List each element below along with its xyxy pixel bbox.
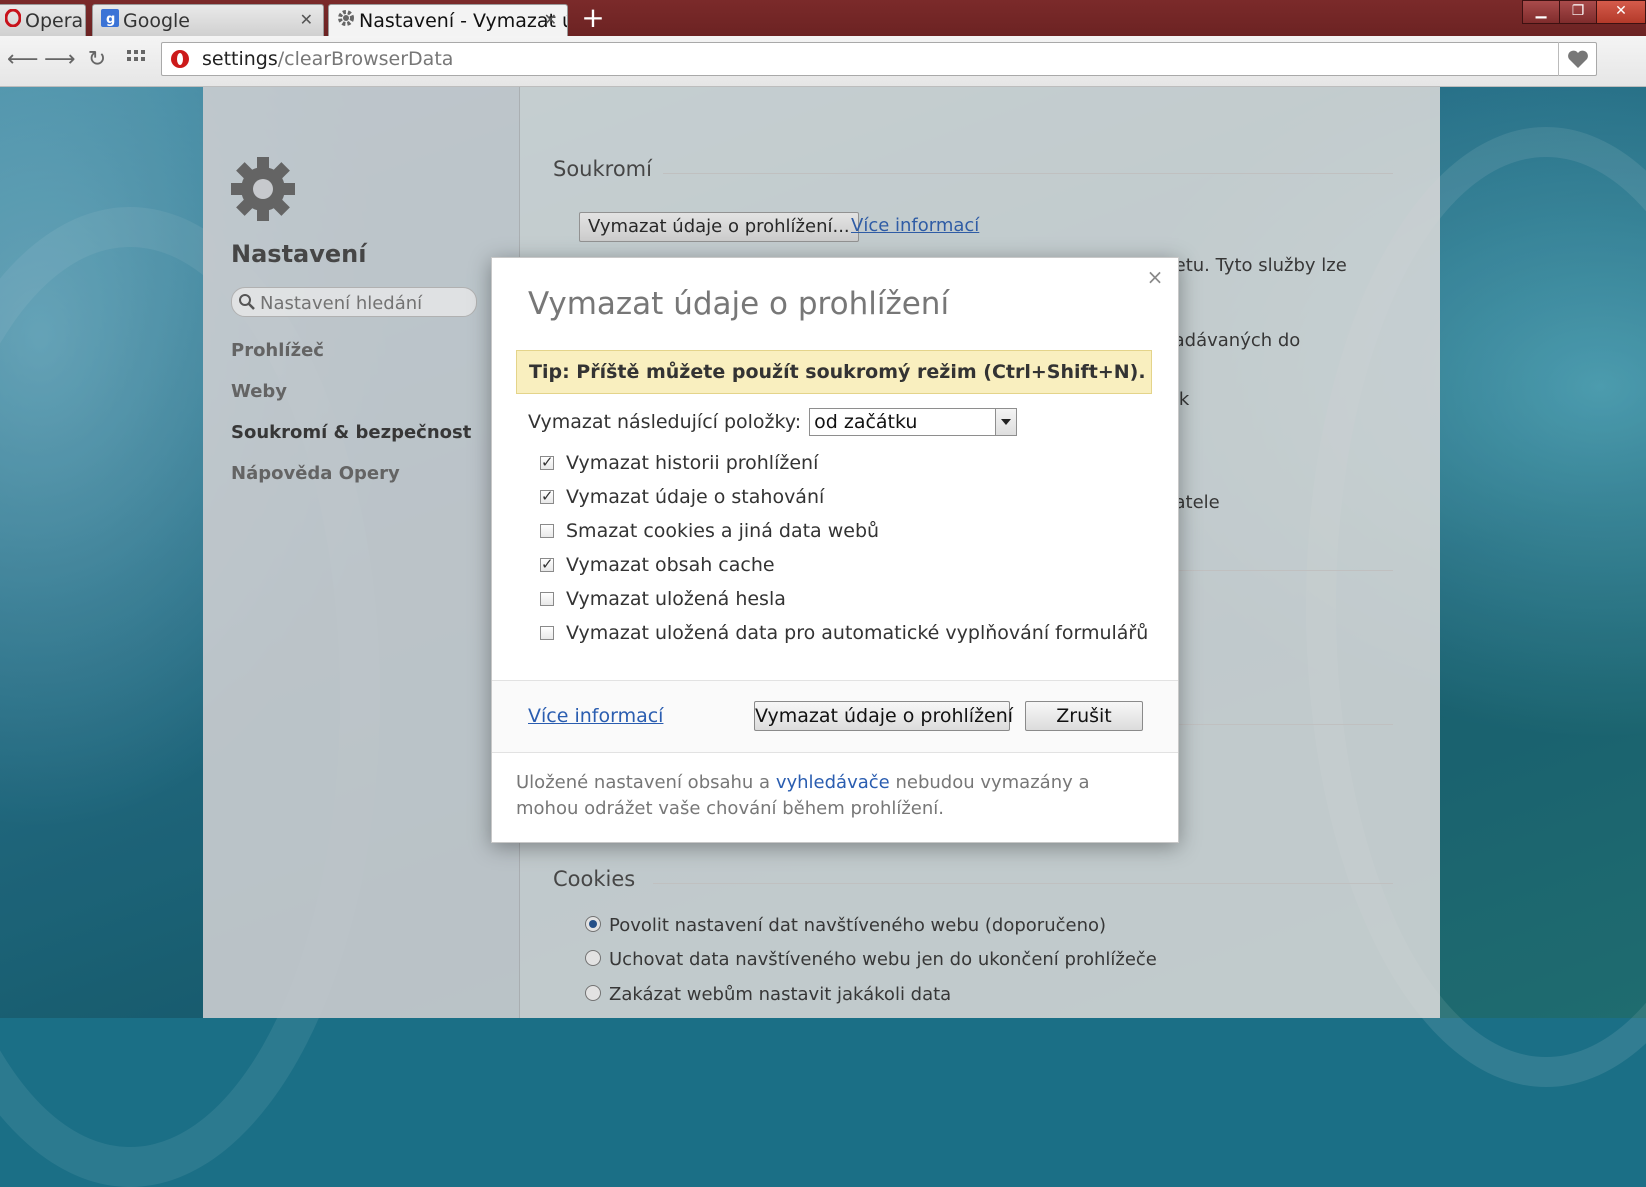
tab-google[interactable]: g Google ✕	[92, 4, 324, 36]
opera-page-icon	[170, 49, 190, 69]
option-autofill[interactable]: Vymazat uložená data pro automatické vyp…	[540, 616, 1148, 650]
tab-opera-menu[interactable]: Opera	[0, 4, 86, 36]
back-icon[interactable]: ⟵	[7, 46, 39, 74]
bookmark-heart-icon[interactable]	[1558, 42, 1597, 76]
time-range-row: Vymazat následující položky: od začátku	[528, 408, 1018, 436]
option-cookies[interactable]: Smazat cookies a jiná data webů	[540, 514, 1148, 548]
dialog-note: Uložené nastavení obsahu a vyhledávače n…	[516, 772, 1090, 819]
search-engines-link[interactable]: vyhledávače	[776, 772, 890, 793]
checkbox[interactable]	[540, 626, 554, 640]
opera-logo-icon	[4, 6, 22, 36]
checkbox-checked[interactable]	[540, 453, 554, 471]
confirm-clear-button[interactable]: Vymazat údaje o prohlížení	[754, 701, 1013, 731]
navigation-bar: ⟵ ⟶ ↻ settings/clearBrowserData	[0, 36, 1646, 87]
clear-options-list: Vymazat historii prohlížení Vymazat údaj…	[540, 446, 1148, 650]
clear-browsing-data-dialog: × Vymazat údaje o prohlížení Tip: Příště…	[491, 257, 1179, 843]
chevron-down-icon[interactable]	[995, 409, 1017, 435]
time-range-label: Vymazat následující položky:	[528, 411, 802, 433]
close-window-icon[interactable]: ✕	[1596, 0, 1646, 24]
tab-close-icon[interactable]: ✕	[300, 5, 313, 35]
forward-icon[interactable]: ⟶	[44, 46, 76, 74]
option-browsing-history[interactable]: Vymazat historii prohlížení	[540, 446, 1148, 480]
private-mode-tip: Tip: Příště můžete použít soukromý režim…	[516, 350, 1152, 394]
time-range-select[interactable]: od začátku	[809, 408, 1018, 436]
address-bar[interactable]: settings/clearBrowserData	[161, 42, 1597, 76]
checkbox-checked[interactable]	[540, 555, 554, 573]
checkbox[interactable]	[540, 524, 554, 538]
minimize-icon[interactable]: ▁	[1522, 0, 1560, 24]
gear-icon	[337, 6, 355, 36]
tab-settings[interactable]: Nastavení - Vymazat ú ✕	[328, 4, 568, 37]
speed-dial-grid-icon[interactable]	[122, 46, 150, 74]
more-info-link[interactable]: Více informací	[528, 705, 663, 727]
close-icon[interactable]: ×	[1144, 266, 1166, 288]
time-range-value: od začátku	[814, 411, 918, 433]
checkbox-checked[interactable]	[540, 487, 554, 505]
window-controls: ▁ ❐ ✕	[1522, 0, 1646, 24]
restore-icon[interactable]: ❐	[1559, 0, 1597, 24]
option-passwords[interactable]: Vymazat uložená hesla	[540, 582, 1148, 616]
cancel-button[interactable]: Zrušit	[1025, 701, 1143, 731]
dialog-title: Vymazat údaje o prohlížení	[528, 286, 950, 322]
svg-text:g: g	[106, 12, 115, 27]
dialog-footer: Více informací Vymazat údaje o prohlížen…	[492, 680, 1178, 753]
tab-close-icon[interactable]: ✕	[544, 5, 557, 35]
address-text: settings/clearBrowserData	[202, 48, 454, 70]
new-tab-button[interactable]: +	[578, 4, 608, 32]
tab-strip: Opera g Google ✕ Nastavení - Vymazat ú ✕…	[0, 0, 1646, 37]
google-favicon-icon: g	[101, 6, 119, 36]
checkbox[interactable]	[540, 592, 554, 606]
reload-icon[interactable]: ↻	[83, 46, 111, 74]
option-cache[interactable]: Vymazat obsah cache	[540, 548, 1148, 582]
option-download-history[interactable]: Vymazat údaje o stahování	[540, 480, 1148, 514]
